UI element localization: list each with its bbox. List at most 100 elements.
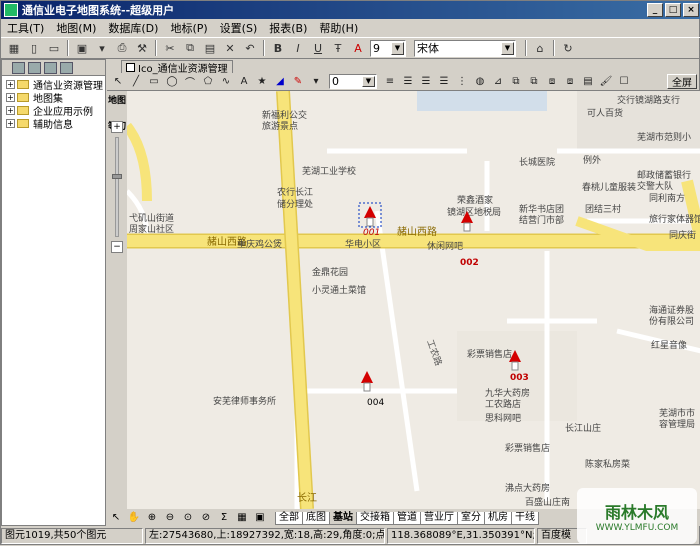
- front-icon[interactable]: ⧈: [545, 75, 559, 89]
- brush-icon[interactable]: 🖌: [599, 75, 613, 89]
- line-color-icon[interactable]: ✎: [291, 75, 305, 89]
- layer-tab-pipe[interactable]: 管道: [393, 512, 421, 525]
- arc-tool-icon[interactable]: ⌒: [183, 75, 197, 89]
- fullscreen-button[interactable]: 全屏: [667, 74, 697, 89]
- layer-tab-cabinet[interactable]: 交接箱: [356, 512, 394, 525]
- rect-tool-icon[interactable]: ▭: [147, 75, 161, 89]
- font-name-select[interactable]: 宋体 ▼: [414, 39, 516, 57]
- align-center-icon[interactable]: ☰: [419, 75, 433, 89]
- poi-label: 长江山庄: [565, 422, 601, 434]
- expand-icon[interactable]: +: [6, 106, 15, 115]
- pointer-icon[interactable]: ↖: [111, 75, 125, 89]
- home-icon[interactable]: ⌂: [531, 39, 549, 57]
- map-view[interactable]: 地图 等切 + −: [107, 91, 700, 509]
- select-arrow-icon[interactable]: ↖: [109, 511, 123, 524]
- back-icon[interactable]: ⧈: [563, 75, 577, 89]
- expand-icon[interactable]: +: [6, 119, 15, 128]
- zoom-slider[interactable]: [112, 137, 122, 237]
- tree-tool-icon[interactable]: [12, 61, 25, 74]
- italic-icon[interactable]: I: [289, 39, 307, 57]
- globe-icon[interactable]: ◍: [473, 75, 487, 89]
- layer-tab-station[interactable]: 基站: [329, 512, 357, 525]
- font-size-select[interactable]: 9 ▼: [370, 39, 406, 57]
- close-button[interactable]: ×: [683, 3, 699, 17]
- tool-icon[interactable]: ⚒: [133, 39, 151, 57]
- font-color-icon[interactable]: A: [349, 39, 367, 57]
- menu-database[interactable]: 数据库(D): [102, 20, 164, 36]
- text-tool-icon[interactable]: A: [237, 75, 251, 89]
- export-icon[interactable]: ▣: [253, 511, 267, 524]
- underline-icon[interactable]: U: [309, 39, 327, 57]
- bold-icon[interactable]: B: [269, 39, 287, 57]
- table-icon[interactable]: ▦: [235, 511, 249, 524]
- open-folder-icon[interactable]: ▭: [45, 39, 63, 57]
- tree-tool-icon[interactable]: [28, 61, 41, 74]
- map-canvas[interactable]: 赭山西路 赭山西路 工农路 长江 新福利公交 旅游景点 芜湖工业学校 农行长江 …: [127, 91, 700, 509]
- document-icon: [126, 62, 135, 72]
- curve-tool-icon[interactable]: ∿: [219, 75, 233, 89]
- align-right-icon[interactable]: ☰: [437, 75, 451, 89]
- line-width-select[interactable]: 0 ▼: [329, 74, 377, 89]
- sum-icon[interactable]: Σ: [217, 511, 231, 524]
- ellipse-tool-icon[interactable]: ◯: [165, 75, 179, 89]
- layer-tab-room[interactable]: 机房: [484, 512, 512, 525]
- window-title: 通信业电子地图系统--超级用户: [22, 4, 175, 17]
- menu-map[interactable]: 地图(M): [50, 20, 102, 36]
- align-left-icon[interactable]: ☰: [401, 75, 415, 89]
- zoom-extent-icon[interactable]: ⊘: [199, 511, 213, 524]
- text-color-icon[interactable]: ▾: [309, 75, 323, 89]
- paste-icon[interactable]: ▤: [201, 39, 219, 57]
- poi-label: 交警大队: [637, 180, 673, 192]
- lock-icon[interactable]: ▾: [93, 39, 111, 57]
- tree-tool-icon[interactable]: [44, 61, 57, 74]
- expand-icon[interactable]: +: [6, 80, 15, 89]
- app-window: 通信业电子地图系统--超级用户 _ □ × 工具(T) 地图(M) 数据库(D)…: [0, 0, 700, 545]
- measure-icon[interactable]: ⊿: [491, 75, 505, 89]
- menu-landmark[interactable]: 地标(P): [164, 20, 213, 36]
- undo-icon[interactable]: ↶: [241, 39, 259, 57]
- copy-icon[interactable]: ⧉: [181, 39, 199, 57]
- maximize-button[interactable]: □: [665, 3, 681, 17]
- pan-hand-icon[interactable]: ✋: [127, 511, 141, 524]
- menu-bar: 工具(T) 地图(M) 数据库(D) 地标(P) 设置(S) 报表(B) 帮助(…: [1, 19, 700, 37]
- expand-icon[interactable]: +: [6, 93, 15, 102]
- ungroup-icon[interactable]: ⧉: [527, 75, 541, 89]
- zoom-out-button[interactable]: −: [111, 241, 123, 253]
- new-file-icon[interactable]: ▯: [25, 39, 43, 57]
- stack-icon[interactable]: ▤: [581, 75, 595, 89]
- menu-settings[interactable]: 设置(S): [214, 20, 264, 36]
- layer-tab-trunk[interactable]: 干线: [511, 512, 539, 525]
- line-style-icon[interactable]: ≡: [383, 75, 397, 89]
- symbol-tool-icon[interactable]: ★: [255, 75, 269, 89]
- menu-help[interactable]: 帮助(H): [313, 20, 364, 36]
- layer-tab-all[interactable]: 全部: [275, 512, 303, 525]
- save-icon[interactable]: ▣: [73, 39, 91, 57]
- strike-icon[interactable]: Ŧ: [329, 39, 347, 57]
- tree-tool-icon[interactable]: [60, 61, 73, 74]
- menu-tools[interactable]: 工具(T): [1, 20, 50, 36]
- zoom-in-icon[interactable]: ⊕: [145, 511, 159, 524]
- menu-report[interactable]: 报表(B): [263, 20, 313, 36]
- zoom-out-icon[interactable]: ⊖: [163, 511, 177, 524]
- minimize-button[interactable]: _: [647, 3, 663, 17]
- zoom-window-icon[interactable]: ⊙: [181, 511, 195, 524]
- layer-tab-base[interactable]: 底图: [302, 512, 330, 525]
- tree-item[interactable]: + 辅助信息: [6, 117, 105, 131]
- cut-icon[interactable]: ✂: [161, 39, 179, 57]
- distribute-icon[interactable]: ⋮: [455, 75, 469, 89]
- tab-resource-management[interactable]: Ico_通信业资源管理: [121, 60, 233, 75]
- fill-color-icon[interactable]: ◢: [273, 75, 287, 89]
- print-icon[interactable]: ⎙: [113, 39, 131, 57]
- refresh-icon[interactable]: ↻: [559, 39, 577, 57]
- delete-icon[interactable]: ✕: [221, 39, 239, 57]
- zoom-slider-knob[interactable]: [112, 174, 122, 179]
- layer-tab-indoor[interactable]: 室分: [457, 512, 485, 525]
- polygon-tool-icon[interactable]: ⬠: [201, 75, 215, 89]
- layer-tab-hall[interactable]: 营业厅: [420, 512, 458, 525]
- layers-icon[interactable]: ▦: [5, 39, 23, 57]
- line-tool-icon[interactable]: ╱: [129, 75, 143, 89]
- poi-label: 华电小区: [345, 238, 381, 250]
- group-icon[interactable]: ⧉: [509, 75, 523, 89]
- checkbox-icon[interactable]: ☐: [617, 75, 631, 89]
- zoom-in-button[interactable]: +: [111, 121, 123, 133]
